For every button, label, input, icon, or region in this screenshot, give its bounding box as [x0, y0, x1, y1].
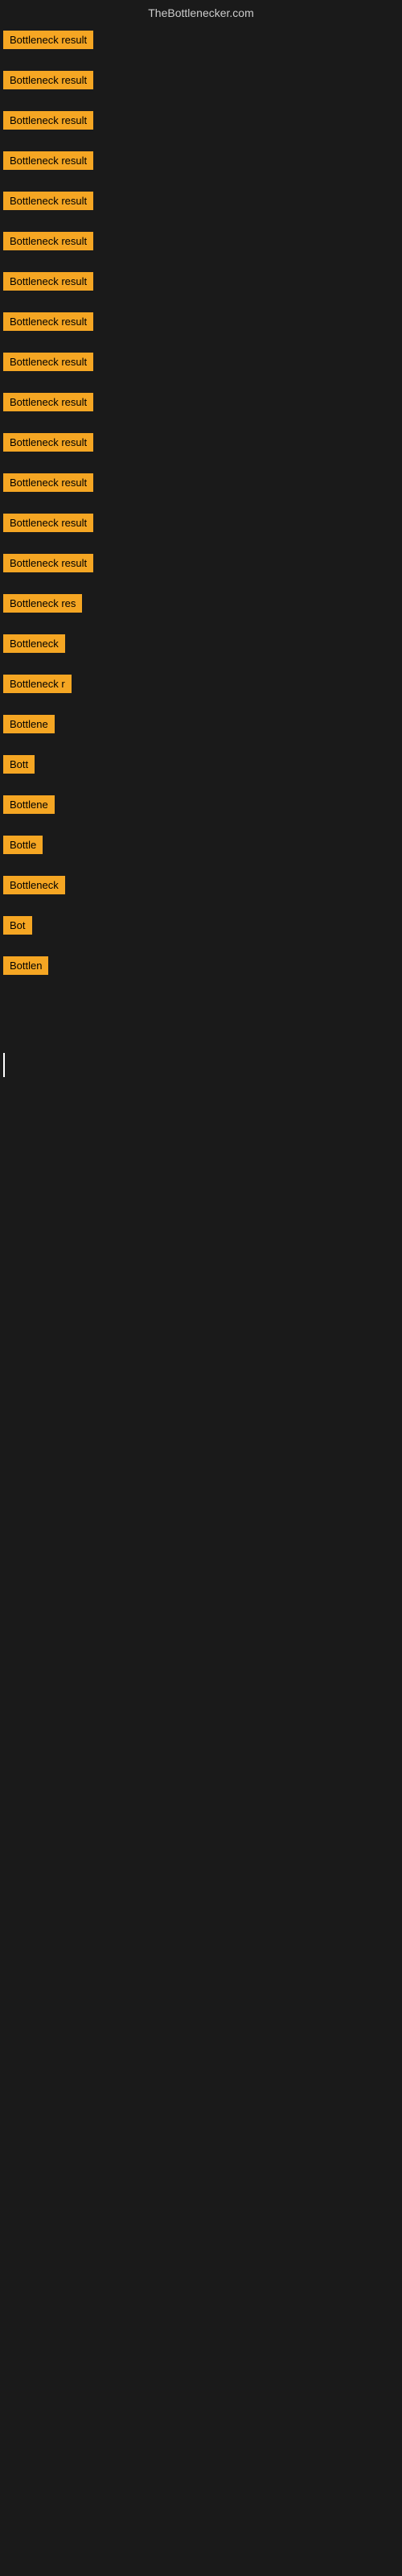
bottleneck-row-11: Bottleneck result [0, 425, 402, 465]
bottleneck-badge-5[interactable]: Bottleneck result [3, 192, 93, 210]
bottleneck-row-5: Bottleneck result [0, 184, 402, 224]
bottleneck-row-13: Bottleneck result [0, 506, 402, 546]
bottleneck-row-20: Bottlene [0, 787, 402, 828]
bottleneck-badge-19[interactable]: Bott [3, 755, 35, 774]
bottleneck-badge-8[interactable]: Bottleneck result [3, 312, 93, 331]
bottleneck-row-3: Bottleneck result [0, 103, 402, 143]
bottleneck-row-6: Bottleneck result [0, 224, 402, 264]
bottleneck-badge-10[interactable]: Bottleneck result [3, 393, 93, 411]
items-container: Bottleneck result Bottleneck result Bottle… [0, 23, 402, 1077]
bottleneck-row-4: Bottleneck result [0, 143, 402, 184]
bottleneck-badge-24[interactable]: Bottlen [3, 956, 48, 975]
bottleneck-badge-16[interactable]: Bottleneck [3, 634, 65, 653]
text-cursor [3, 1053, 5, 1077]
bottleneck-badge-6[interactable]: Bottleneck result [3, 232, 93, 250]
bottleneck-row-23: Bot [0, 908, 402, 948]
site-title: TheBottlenecker.com [148, 6, 254, 19]
bottleneck-badge-7[interactable]: Bottleneck result [3, 272, 93, 291]
bottleneck-row-15: Bottleneck res [0, 586, 402, 626]
site-header: TheBottlenecker.com [0, 0, 402, 23]
bottleneck-row-24: Bottlen [0, 948, 402, 989]
bottleneck-row-8: Bottleneck result [0, 304, 402, 345]
bottleneck-badge-2[interactable]: Bottleneck result [3, 71, 93, 89]
bottleneck-badge-13[interactable]: Bottleneck result [3, 514, 93, 532]
bottleneck-badge-17[interactable]: Bottleneck r [3, 675, 72, 693]
bottleneck-badge-4[interactable]: Bottleneck result [3, 151, 93, 170]
bottleneck-badge-22[interactable]: Bottleneck [3, 876, 65, 894]
bottleneck-badge-20[interactable]: Bottlene [3, 795, 55, 814]
bottleneck-row-17: Bottleneck r [0, 667, 402, 707]
bottleneck-row-12: Bottleneck result [0, 465, 402, 506]
bottleneck-badge-23[interactable]: Bot [3, 916, 32, 935]
bottleneck-row-10: Bottleneck result [0, 385, 402, 425]
bottleneck-badge-9[interactable]: Bottleneck result [3, 353, 93, 371]
bottleneck-row-1: Bottleneck result [0, 23, 402, 63]
bottleneck-row-19: Bott [0, 747, 402, 787]
bottleneck-badge-12[interactable]: Bottleneck result [3, 473, 93, 492]
bottleneck-badge-11[interactable]: Bottleneck result [3, 433, 93, 452]
bottleneck-badge-1[interactable]: Bottleneck result [3, 31, 93, 49]
bottleneck-row-16: Bottleneck [0, 626, 402, 667]
bottleneck-badge-3[interactable]: Bottleneck result [3, 111, 93, 130]
bottleneck-row-9: Bottleneck result [0, 345, 402, 385]
bottleneck-badge-15[interactable]: Bottleneck res [3, 594, 82, 613]
bottleneck-row-7: Bottleneck result [0, 264, 402, 304]
bottleneck-row-2: Bottleneck result [0, 63, 402, 103]
bottleneck-badge-18[interactable]: Bottlene [3, 715, 55, 733]
bottleneck-row-21: Bottle [0, 828, 402, 868]
bottleneck-row-14: Bottleneck result [0, 546, 402, 586]
bottleneck-row-22: Bottleneck [0, 868, 402, 908]
bottleneck-badge-21[interactable]: Bottle [3, 836, 43, 854]
bottleneck-badge-14[interactable]: Bottleneck result [3, 554, 93, 572]
bottleneck-row-18: Bottlene [0, 707, 402, 747]
